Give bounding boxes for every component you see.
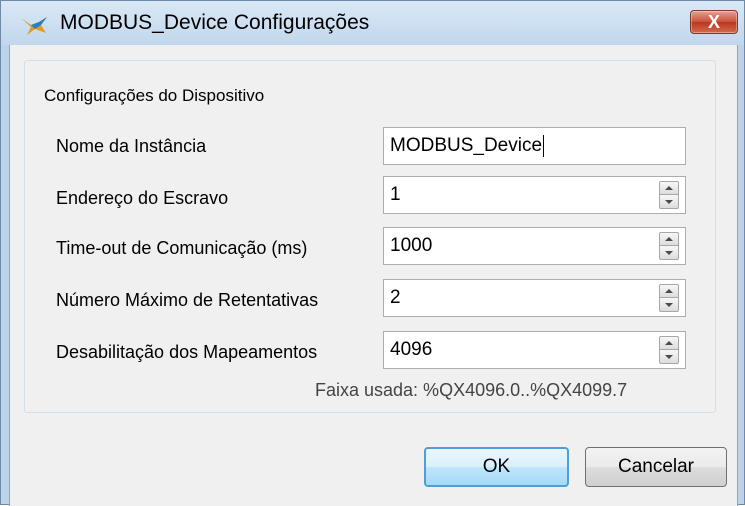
spin-up-button[interactable]: [659, 181, 679, 195]
spin-down-button[interactable]: [659, 350, 679, 364]
mapping-disable-value: 4096: [390, 339, 433, 360]
mapping-disable-spinner[interactable]: 4096: [383, 331, 686, 369]
timeout-value: 1000: [390, 235, 433, 256]
window-title: MODBUS_Device Configurações: [60, 11, 370, 34]
close-icon: X: [707, 11, 720, 32]
spin-up-button[interactable]: [659, 336, 679, 350]
mapping-disable-spin-buttons: [659, 336, 679, 364]
used-range-text: Faixa usada: %QX4096.0..%QX4099.7: [315, 380, 628, 400]
slave-address-spin-buttons: [659, 181, 679, 209]
slave-address-value: 1: [390, 184, 401, 205]
bird-icon: [21, 17, 47, 35]
arrow-up-icon: [665, 186, 673, 190]
arrow-up-icon: [665, 341, 673, 345]
max-retries-label: Número Máximo de Retentativas: [56, 290, 319, 310]
close-button[interactable]: X: [690, 10, 738, 34]
group-title: Configurações do Dispositivo: [40, 84, 269, 108]
arrow-down-icon: [665, 302, 673, 307]
cancel-button-label: Cancelar: [617, 456, 695, 477]
ok-button-label: OK: [482, 456, 511, 477]
timeout-spinner[interactable]: 1000: [383, 227, 686, 265]
instance-name-label: Nome da Instância: [56, 136, 207, 156]
max-retries-spinner[interactable]: 2: [383, 279, 686, 317]
instance-name-input[interactable]: MODBUS_Device: [383, 127, 686, 165]
spin-down-button[interactable]: [659, 246, 679, 260]
arrow-up-icon: [665, 289, 673, 293]
spin-up-button[interactable]: [659, 284, 679, 298]
cancel-button[interactable]: Cancelar: [585, 447, 727, 487]
timeout-spin-buttons: [659, 232, 679, 260]
spin-down-button[interactable]: [659, 298, 679, 312]
max-retries-spin-buttons: [659, 284, 679, 312]
arrow-down-icon: [665, 250, 673, 255]
slave-address-label: Endereço do Escravo: [56, 188, 229, 208]
text-cursor: [543, 134, 545, 157]
spin-down-button[interactable]: [659, 195, 679, 209]
arrow-down-icon: [665, 354, 673, 359]
arrow-down-icon: [665, 199, 673, 204]
spin-up-button[interactable]: [659, 232, 679, 246]
max-retries-value: 2: [390, 287, 401, 308]
ok-button[interactable]: OK: [424, 447, 569, 487]
slave-address-spinner[interactable]: 1: [383, 176, 686, 214]
timeout-label: Time-out de Comunicação (ms): [56, 238, 308, 258]
arrow-up-icon: [665, 237, 673, 241]
instance-name-value: MODBUS_Device: [390, 135, 543, 156]
mapping-disable-label: Desabilitação dos Mapeamentos: [56, 342, 318, 362]
title-bar[interactable]: MODBUS_Device Configurações X: [1, 1, 744, 45]
